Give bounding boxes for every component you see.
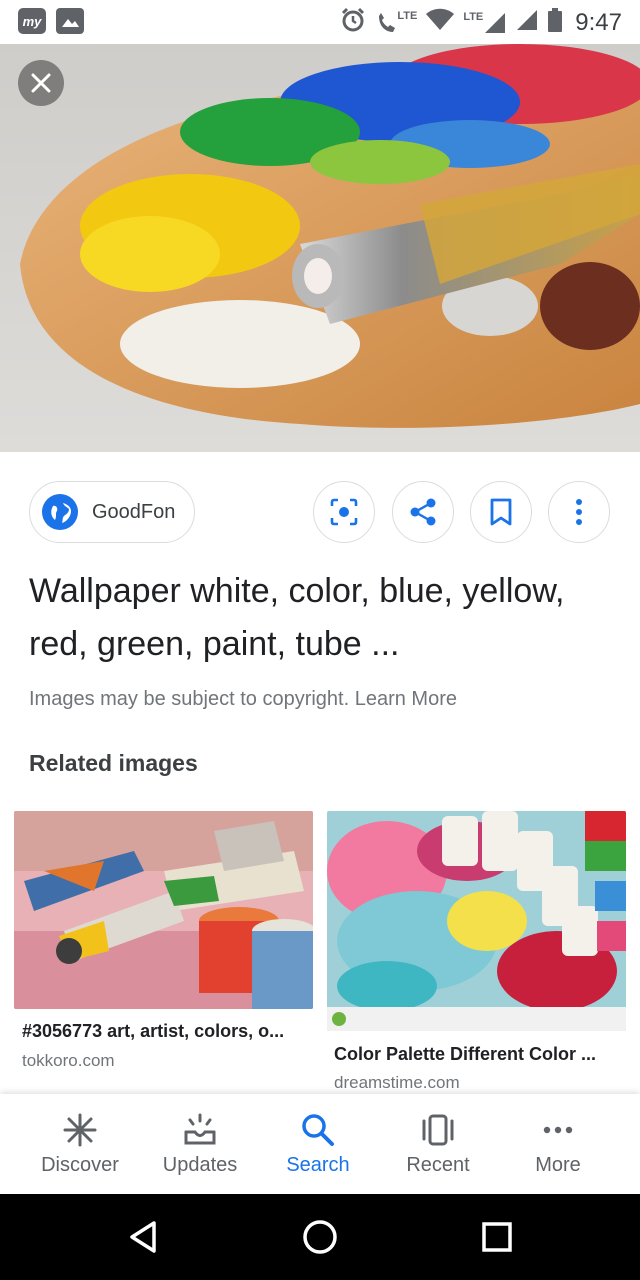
image-title-line-1: Wallpaper white, color, blue, yellow, — [29, 572, 565, 610]
related-image-domain-1: tokkoro.com — [22, 1051, 115, 1070]
lens-icon — [330, 498, 358, 526]
image-title-line-2: red, green, paint, tube ... — [29, 625, 400, 663]
battery-icon — [547, 7, 563, 38]
search-icon — [300, 1112, 336, 1148]
nav-updates-label: Updates — [162, 1154, 238, 1176]
more-horiz-icon — [540, 1112, 576, 1148]
copyright-text: Images may be subject to copyright. — [29, 688, 350, 710]
my-app-notification-icon: my — [18, 8, 46, 34]
nav-search-label: Search — [286, 1154, 350, 1176]
related-image-caption-1[interactable]: #3056773 art, artist, colors, o... — [22, 1021, 307, 1042]
lens-button[interactable] — [313, 481, 375, 543]
back-button[interactable] — [120, 1214, 166, 1260]
back-icon — [130, 1221, 156, 1253]
overview-button[interactable] — [474, 1214, 520, 1260]
lte-label-2: LTE — [463, 10, 484, 23]
home-button[interactable] — [297, 1214, 343, 1260]
source-chip[interactable]: GoodFon — [29, 481, 195, 543]
close-button[interactable] — [18, 60, 64, 106]
signal-icon-2 — [515, 8, 539, 37]
discover-icon — [62, 1112, 98, 1148]
nav-recent-label: Recent — [406, 1154, 470, 1176]
share-icon — [410, 498, 436, 526]
close-icon — [31, 73, 51, 93]
status-bar: my LTE LTE 9:47 — [0, 0, 640, 44]
share-button[interactable] — [392, 481, 454, 543]
clock-time: 9:47 — [575, 8, 622, 36]
recent-icon — [420, 1112, 456, 1148]
more-options-button[interactable] — [548, 481, 610, 543]
related-image-thumb-1[interactable] — [14, 811, 313, 1009]
related-image-domain-2: dreamstime.com — [334, 1073, 460, 1092]
source-name: GoodFon — [92, 500, 176, 523]
nav-more[interactable]: More — [494, 1094, 622, 1194]
nav-discover-label: Discover — [41, 1154, 119, 1176]
nav-discover[interactable]: Discover — [16, 1094, 144, 1194]
nav-search[interactable]: Search — [254, 1094, 382, 1194]
signal-icon-1: LTE — [463, 11, 507, 35]
volte-call-icon: LTE — [375, 10, 417, 36]
bookmark-button[interactable] — [470, 481, 532, 543]
nav-updates[interactable]: Updates — [136, 1094, 264, 1194]
overview-icon — [482, 1222, 512, 1252]
learn-more-link[interactable]: Learn More — [355, 688, 457, 710]
updates-icon — [182, 1112, 218, 1148]
related-images-heading: Related images — [29, 750, 198, 776]
system-navigation-bar — [0, 1194, 640, 1280]
wifi-icon — [425, 8, 455, 37]
related-image-caption-2[interactable]: Color Palette Different Color ... — [334, 1044, 619, 1065]
paint-palette-image[interactable] — [0, 44, 640, 452]
home-icon — [303, 1220, 337, 1254]
nav-more-label: More — [535, 1154, 581, 1176]
globe-icon — [42, 494, 78, 530]
nav-recent[interactable]: Recent — [374, 1094, 502, 1194]
gallery-notification-icon — [56, 8, 84, 34]
bookmark-icon — [490, 498, 512, 526]
copyright-notice: Images may be subject to copyright. Lear… — [29, 688, 457, 711]
related-image-thumb-2[interactable] — [327, 811, 626, 1031]
lte-label: LTE — [397, 9, 418, 22]
image-title: Wallpaper white, color, blue, yellow, re… — [29, 565, 609, 671]
bottom-navigation: Discover Updates Search Recent More — [0, 1094, 640, 1194]
alarm-icon — [339, 6, 367, 39]
more-vert-icon — [576, 499, 582, 525]
